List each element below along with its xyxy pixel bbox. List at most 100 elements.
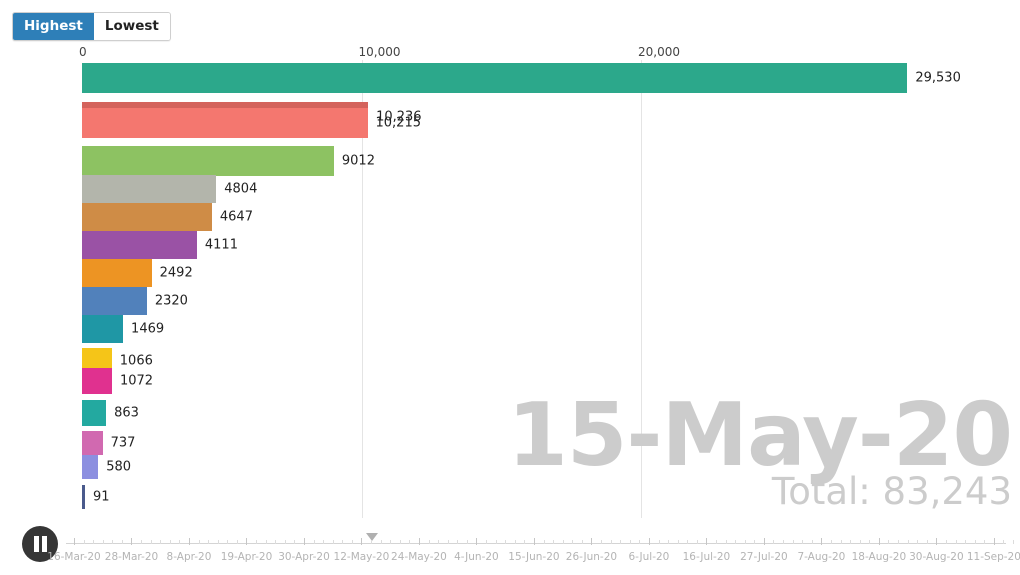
timeline-tick-minor — [505, 540, 507, 544]
timeline-tick-minor — [371, 540, 373, 544]
timeline-tick-minor — [208, 540, 210, 544]
timeline-tick-major — [591, 538, 593, 545]
bar-value-label: 10,215 — [375, 115, 422, 131]
toggle-highest-button[interactable]: Highest — [13, 13, 94, 40]
bar-value-label: 1066 — [119, 353, 153, 369]
timeline-tick-minor — [668, 540, 670, 544]
timeline-tick-minor — [514, 540, 516, 544]
timeline-tick-minor — [486, 540, 488, 544]
bar[interactable] — [82, 287, 147, 315]
timeline-tick-minor — [601, 540, 602, 544]
timeline-tick-label: 7-Aug-20 — [797, 551, 846, 563]
timeline-tick-minor — [955, 540, 957, 544]
toggle-lowest-button[interactable]: Lowest — [93, 13, 170, 40]
timeline-tick-minor — [524, 540, 526, 544]
timeline-tick-minor — [869, 540, 871, 544]
bar[interactable] — [82, 175, 217, 203]
timeline-tick-minor — [735, 540, 737, 544]
bar-value-label: 2492 — [159, 265, 193, 281]
bar-value-label: 9012 — [341, 153, 375, 169]
bar-value-label: 4647 — [219, 209, 253, 225]
bar[interactable] — [82, 431, 103, 455]
timeline-position-marker[interactable] — [366, 533, 379, 541]
timeline-tick-minor — [256, 540, 258, 544]
bar-value-label: 580 — [106, 459, 132, 475]
bar-chart-plot: 010,00020,000 15-May-20 Total: 83,243 Ma… — [0, 0, 1020, 520]
timeline-tick-label: 6-Jul-20 — [628, 551, 670, 563]
timeline-tick-minor — [284, 540, 286, 544]
timeline-tick-label: 15-Jun-20 — [508, 551, 560, 563]
timeline-tick-minor — [169, 540, 171, 544]
timeline-tick-major — [131, 538, 133, 545]
timeline-tick-label: 28-Mar-20 — [104, 551, 159, 563]
timeline-tick-minor — [802, 540, 804, 544]
timeline-tick-minor — [581, 540, 583, 544]
bar-value-label: 737 — [110, 435, 136, 451]
timeline-tick-label: 8-Apr-20 — [166, 551, 212, 563]
bar-value-label: 4111 — [204, 237, 238, 253]
timeline-tick-label: 24-May-20 — [391, 551, 447, 563]
timeline-tick-minor — [1013, 540, 1015, 544]
bar[interactable] — [82, 455, 99, 479]
timeline-tick-label: 26-Jun-20 — [565, 551, 618, 563]
timeline-tick-minor — [93, 540, 95, 544]
timeline-tick-label: 12-May-20 — [333, 551, 390, 563]
timeline-tick-minor — [150, 540, 152, 544]
timeline-tick-minor — [399, 540, 401, 544]
timeline-tick-label: 30-Apr-20 — [278, 551, 330, 563]
timeline-tick-minor — [620, 540, 622, 544]
bar-value-label: 2320 — [154, 293, 188, 309]
timeline-tick-minor — [83, 540, 85, 544]
bar-value-label: 863 — [114, 405, 139, 421]
bar-value-label: 1072 — [119, 373, 154, 389]
timeline-tick-major — [361, 538, 363, 545]
bar[interactable] — [82, 368, 112, 394]
timeline-tick-label: 18-Aug-20 — [851, 551, 907, 563]
timeline-tick-major — [936, 538, 938, 545]
timeline-tick-major — [418, 538, 420, 545]
scope-toggle-group[interactable]: Highest Lowest — [12, 12, 171, 41]
timeline-tick-label: 4-Jun-20 — [454, 551, 499, 563]
bar[interactable] — [82, 485, 85, 509]
timeline-tick-minor — [859, 540, 861, 544]
timeline-tick-label: 16-Mar-20 — [47, 551, 101, 563]
timeline-tick-minor — [217, 540, 219, 544]
timeline-tick-minor — [907, 540, 909, 544]
bar[interactable] — [82, 146, 334, 176]
timeline-tick-minor — [265, 540, 267, 544]
timeline-tick-major — [476, 538, 478, 545]
timeline-tick-minor — [792, 540, 794, 544]
timeline-tick-label: 16-Jul-20 — [682, 551, 731, 563]
timeline-tick-minor — [553, 540, 555, 544]
bar[interactable] — [82, 231, 197, 259]
timeline-tick-minor — [160, 540, 162, 544]
bar[interactable] — [82, 259, 152, 287]
timeline-tick-major — [706, 538, 708, 545]
timeline-tick-minor — [275, 540, 277, 544]
bar[interactable] — [82, 63, 908, 93]
timeline-tick-minor — [658, 540, 660, 544]
timeline-control[interactable]: 16-Mar-20 28-Mar-20 8-Apr-20 19-Apr-20 30-Ap… — [0, 520, 1020, 575]
timeline-tick-label: 27-Jul-20 — [740, 551, 788, 563]
bar[interactable] — [82, 108, 368, 138]
timeline-tick-minor — [687, 540, 689, 544]
timeline-tick-minor — [888, 540, 890, 544]
timeline-tick-major — [74, 538, 75, 545]
bar[interactable] — [82, 203, 212, 231]
timeline-tick-minor — [323, 540, 325, 544]
timeline-tick-minor — [112, 540, 114, 544]
timeline-tick-minor — [342, 540, 344, 544]
timeline-tick-minor — [984, 540, 986, 544]
timeline-tick-minor — [332, 540, 334, 544]
timeline-tick-minor — [457, 540, 459, 544]
timeline-tick-label: 11-Sep-20 — [966, 551, 1020, 563]
timeline-tick-minor — [696, 540, 698, 544]
timeline-tick-minor — [917, 540, 919, 544]
timeline-tick-minor — [572, 540, 574, 544]
timeline-tick-minor — [783, 540, 785, 544]
timeline-tick-minor — [102, 540, 104, 544]
bar[interactable] — [82, 315, 124, 343]
timeline-track[interactable]: 16-Mar-20 28-Mar-20 8-Apr-20 19-Apr-20 30-Ap… — [47, 533, 1020, 563]
timeline-tick-minor — [562, 540, 564, 544]
bar[interactable] — [82, 400, 107, 426]
